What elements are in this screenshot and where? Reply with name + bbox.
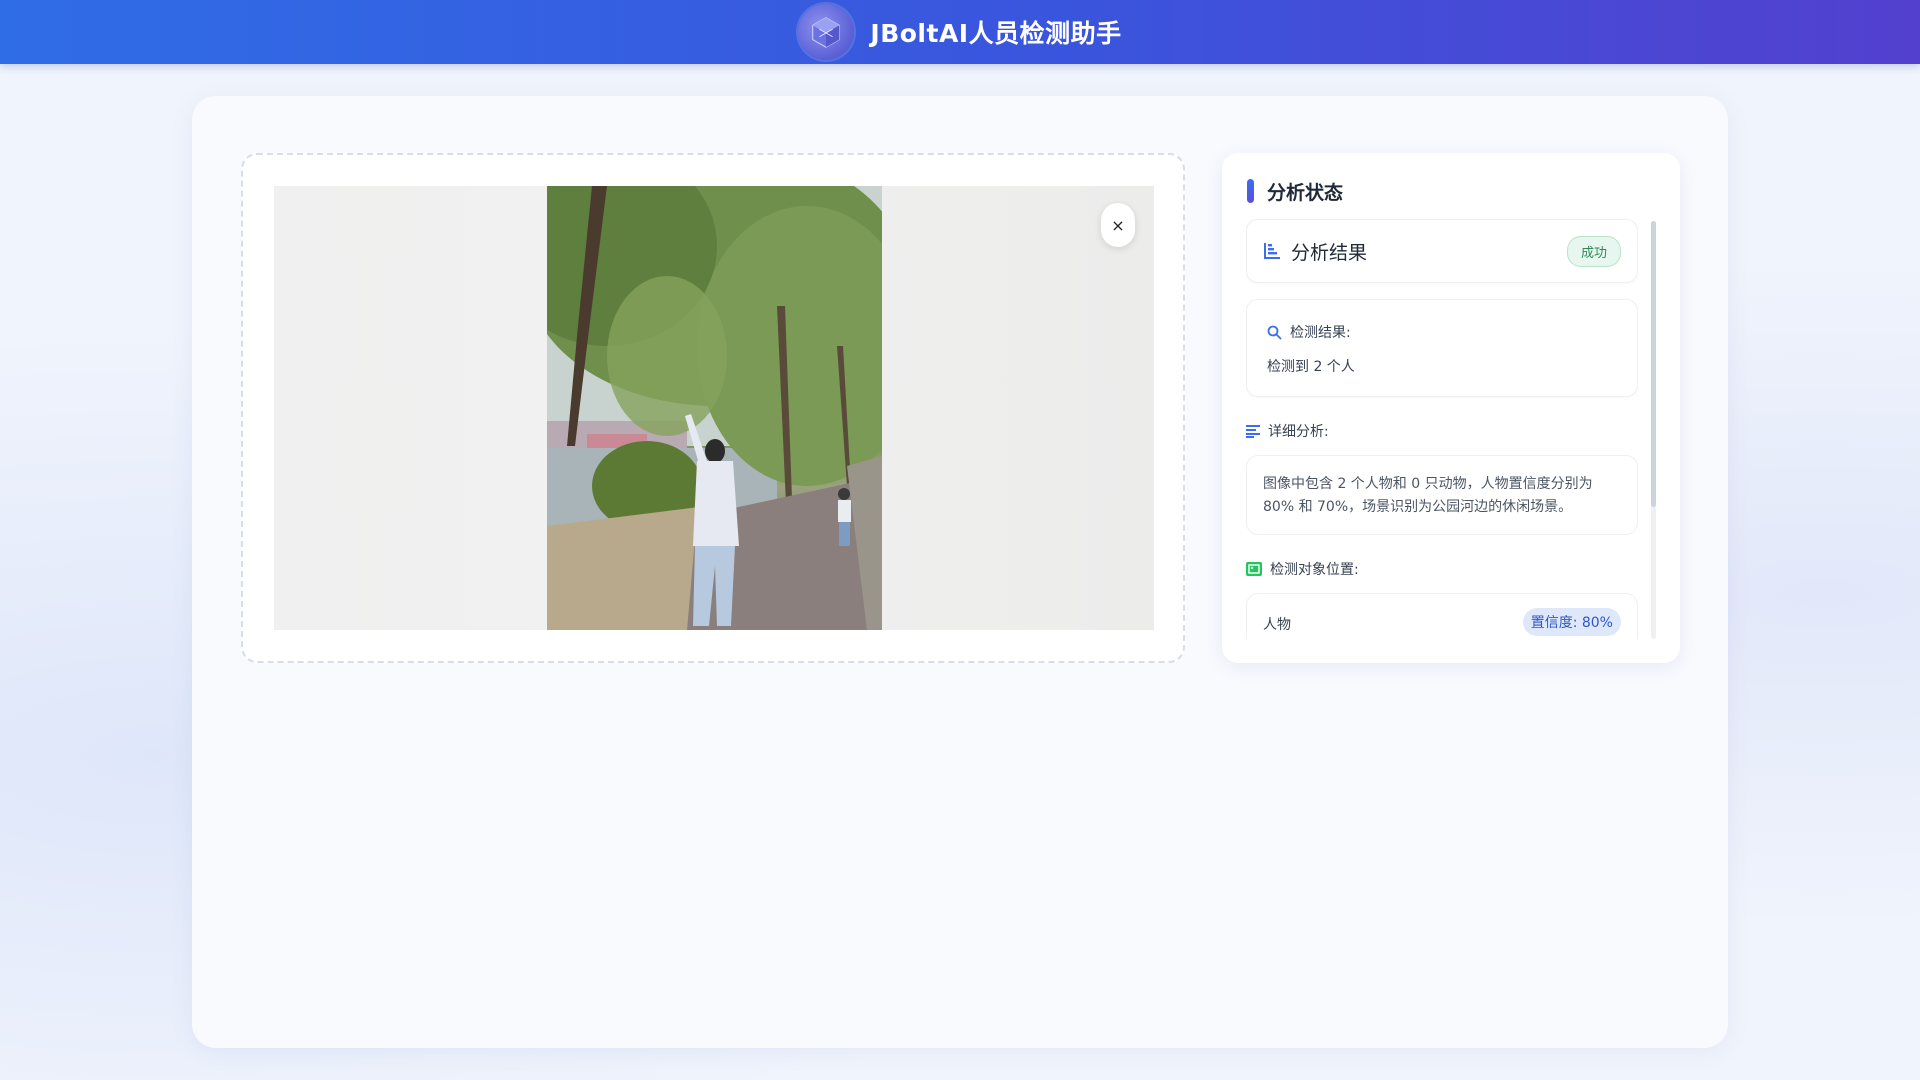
list-icon	[1246, 424, 1260, 438]
analysis-status-panel: 分析状态 分析结果 成功 检测结果: 检测到 2 个人 详细分析: 图像中包含 …	[1222, 153, 1680, 663]
object-item: 人物 置信度: 80%	[1246, 593, 1638, 639]
image-preview	[274, 186, 1154, 630]
bar-chart-icon	[1263, 242, 1281, 260]
image-box-icon	[1246, 562, 1262, 576]
status-badge: 成功	[1566, 235, 1621, 267]
close-button[interactable]: ×	[1101, 203, 1135, 247]
confidence-badge: 置信度: 80%	[1522, 608, 1621, 636]
close-icon: ×	[1111, 215, 1125, 235]
search-icon	[1267, 325, 1282, 340]
detail-label-row: 详细分析:	[1246, 421, 1329, 441]
detection-label-row: 检测结果:	[1267, 322, 1351, 342]
app-header: JBoltAI人员检测助手	[0, 0, 1920, 64]
panel-title: 分析状态	[1247, 178, 1343, 204]
position-label-row: 检测对象位置:	[1246, 559, 1359, 579]
title-accent-bar	[1247, 179, 1254, 203]
result-header: 分析结果 成功	[1246, 219, 1638, 283]
detection-label: 检测结果:	[1290, 325, 1351, 341]
scrollbar-thumb[interactable]	[1651, 221, 1656, 507]
image-upload-area[interactable]: ×	[241, 153, 1185, 663]
status-scroll-area: 分析结果 成功 检测结果: 检测到 2 个人 详细分析: 图像中包含 2 个人物…	[1246, 219, 1638, 639]
detection-text: 检测到 2 个人	[1267, 359, 1355, 375]
position-label: 检测对象位置:	[1270, 562, 1359, 578]
detail-analysis-card: 图像中包含 2 个人物和 0 只动物，人物置信度分别为 80% 和 70%，场景…	[1246, 455, 1638, 535]
app-title: JBoltAI人员检测助手	[870, 19, 1122, 48]
cube-logo-icon	[798, 4, 855, 60]
uploaded-photo	[547, 186, 882, 630]
panel-title-text: 分析状态	[1267, 181, 1344, 204]
main-card: × 分析状态 分析结果 成功 检测结果: 检测到 2 个人 详细分析: 图像中包…	[192, 96, 1728, 1048]
detection-result-card: 检测结果: 检测到 2 个人	[1246, 299, 1638, 397]
result-label: 分析结果	[1291, 241, 1368, 264]
detail-label: 详细分析:	[1268, 424, 1329, 440]
object-name: 人物	[1263, 617, 1291, 633]
